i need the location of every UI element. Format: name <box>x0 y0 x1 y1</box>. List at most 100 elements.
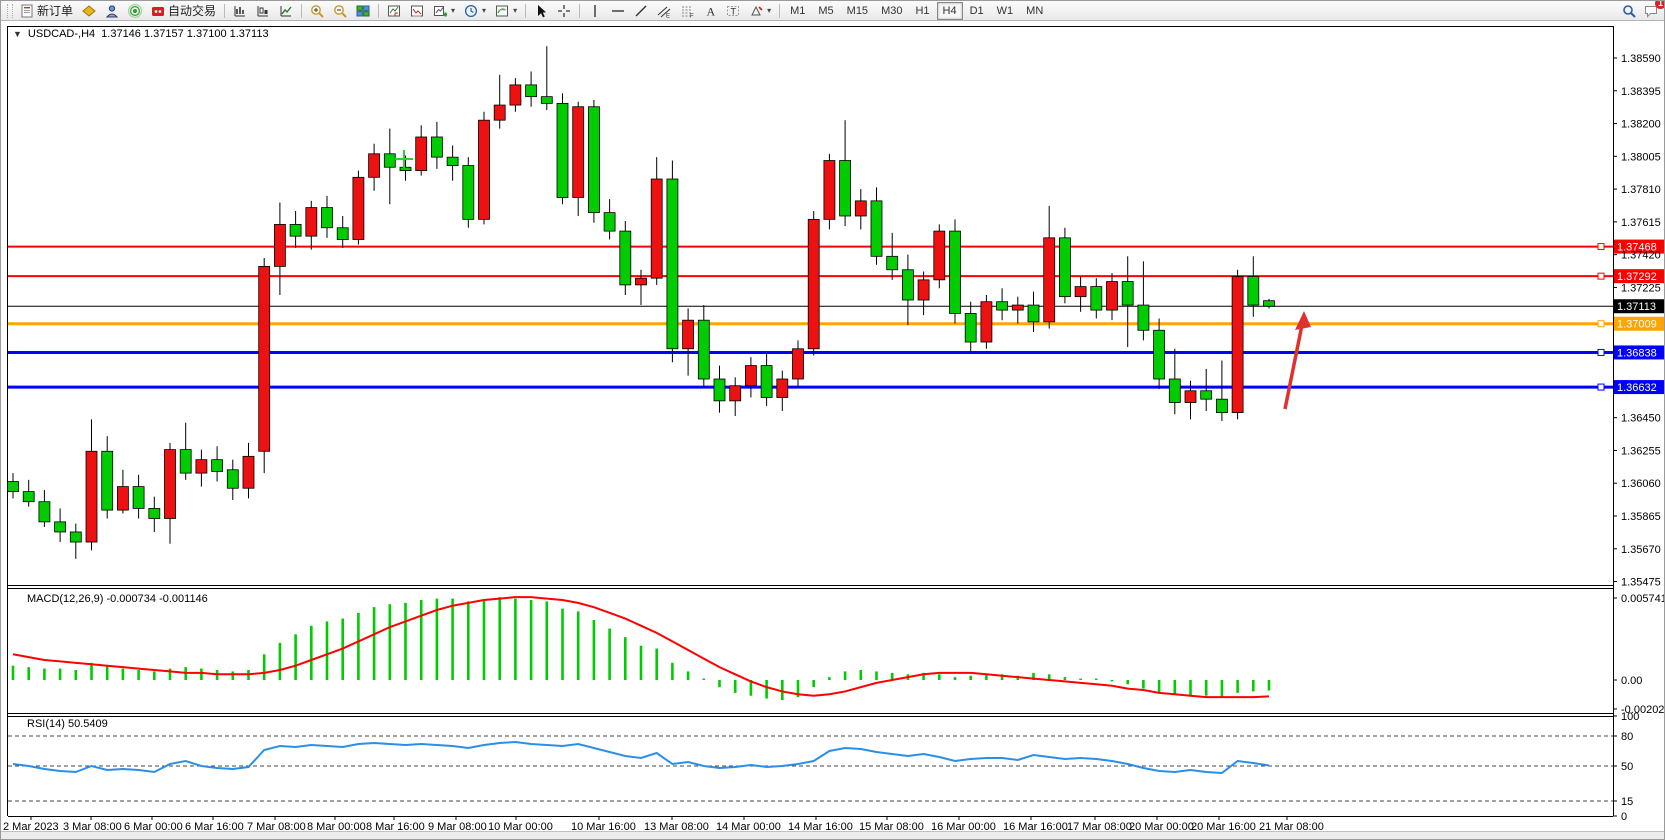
trendline-button[interactable] <box>630 1 652 21</box>
gold-icon-button[interactable] <box>78 1 100 21</box>
timeframe-button-h4[interactable]: H4 <box>937 2 963 20</box>
chart-title: ▼ USDCAD-,H4 1.37146 1.37157 1.37100 1.3… <box>13 28 269 40</box>
line-chart-button[interactable] <box>275 1 297 21</box>
rsi-indicator-label: RSI(14) 50.5409 <box>27 718 108 730</box>
channel-button[interactable]: E <box>653 1 675 21</box>
svg-text:1.37615: 1.37615 <box>1621 217 1661 229</box>
period-button[interactable]: ▾ <box>460 1 490 21</box>
indwin2-icon <box>410 4 424 18</box>
candle <box>1012 305 1023 310</box>
timeframe-button-mn[interactable]: MN <box>1020 2 1049 20</box>
svg-text:20 Mar 16:00: 20 Mar 16:00 <box>1191 821 1256 831</box>
candle <box>651 179 662 278</box>
svg-text:50: 50 <box>1621 761 1633 773</box>
chevron-down-icon[interactable]: ▾ <box>513 6 517 15</box>
search-icon <box>1622 4 1636 18</box>
candle <box>23 492 34 502</box>
text-button[interactable]: A <box>699 1 721 21</box>
cursor-icon <box>534 4 548 18</box>
profile-icon-button[interactable] <box>101 1 123 21</box>
timeframe-button-d1[interactable]: D1 <box>964 2 990 20</box>
chevron-down-icon[interactable]: ▾ <box>767 6 771 15</box>
candle <box>510 85 521 105</box>
candle <box>1232 276 1243 412</box>
macd-indicator-label: MACD(12,26,9) -0.000734 -0.001146 <box>27 593 208 605</box>
toolbar-right-group: 1 <box>1618 1 1662 21</box>
label-button[interactable]: T <box>722 1 744 21</box>
toolbar-grip[interactable] <box>7 4 13 18</box>
svg-text:1.36450: 1.36450 <box>1621 413 1661 425</box>
candle <box>180 450 191 474</box>
candle <box>8 482 19 492</box>
candle <box>887 256 898 269</box>
autotrade-button[interactable]: 自动交易 <box>147 1 220 21</box>
shapes-button[interactable]: ▾ <box>745 1 775 21</box>
add-indicator-button[interactable]: ▾ <box>429 1 459 21</box>
chevron-down-icon[interactable]: ▼ <box>13 29 22 39</box>
svg-text:20 Mar 00:00: 20 Mar 00:00 <box>1129 821 1194 831</box>
svg-text:1.37292: 1.37292 <box>1617 271 1657 283</box>
indicator-window-button[interactable] <box>383 1 405 21</box>
profile-icon <box>105 4 119 18</box>
candle <box>636 278 647 285</box>
channel-icon: E <box>657 4 671 18</box>
neworder-icon <box>20 4 34 18</box>
svg-text:100: 100 <box>1621 711 1639 723</box>
candle <box>369 154 380 178</box>
candle <box>1264 301 1275 307</box>
timeframe-button-m5[interactable]: M5 <box>812 2 839 20</box>
search-button[interactable] <box>1618 1 1640 21</box>
zoom-in-button[interactable] <box>306 1 328 21</box>
candlestick-chart-button[interactable] <box>252 1 274 21</box>
svg-text:1.38200: 1.38200 <box>1621 119 1661 131</box>
svg-text:E: E <box>666 13 670 18</box>
svg-text:8 Mar 16:00: 8 Mar 16:00 <box>366 821 425 831</box>
svg-text:1.36060: 1.36060 <box>1621 478 1661 490</box>
price-level-badge: 1.36632 <box>1614 380 1665 394</box>
candle <box>463 166 474 220</box>
time-axis[interactable]: 2 Mar 20233 Mar 08:006 Mar 00:006 Mar 16… <box>3 816 1324 831</box>
chevron-down-icon[interactable]: ▾ <box>451 6 455 15</box>
vertical-line-button[interactable] <box>584 1 606 21</box>
grid-icon <box>356 4 370 18</box>
fibonacci-button[interactable]: F <box>676 1 698 21</box>
template-icon <box>495 4 509 18</box>
zoom-out-button[interactable] <box>329 1 351 21</box>
template-button[interactable]: ▾ <box>491 1 521 21</box>
price-level-badge: 1.37292 <box>1614 269 1665 283</box>
signal-icon-button[interactable] <box>124 1 146 21</box>
chart-frame <box>8 26 1614 817</box>
candle <box>165 450 176 519</box>
chevron-down-icon[interactable]: ▾ <box>482 6 486 15</box>
chart-canvas[interactable]: 1.374681.372921.371131.370091.368381.366… <box>1 21 1665 831</box>
svg-text:9 Mar 08:00: 9 Mar 08:00 <box>428 821 487 831</box>
tile-windows-button[interactable] <box>352 1 374 21</box>
chart-window[interactable]: 1.374681.372921.371131.370091.368381.366… <box>1 21 1665 831</box>
svg-text:1.38395: 1.38395 <box>1621 86 1661 98</box>
notifications-button[interactable]: 1 <box>1640 1 1662 21</box>
candle <box>541 97 552 104</box>
candle <box>981 302 992 342</box>
svg-text:15 Mar 08:00: 15 Mar 08:00 <box>859 821 924 831</box>
new-order-button[interactable]: 新订单 <box>16 1 77 21</box>
toolbar-separator <box>378 4 379 18</box>
timeframe-button-m15[interactable]: M15 <box>841 2 874 20</box>
timeframe-button-m30[interactable]: M30 <box>875 2 908 20</box>
timeframe-button-m1[interactable]: M1 <box>784 2 811 20</box>
candle <box>855 201 866 216</box>
candle <box>871 201 882 256</box>
candle <box>196 460 207 473</box>
candle <box>55 522 66 532</box>
macd-axis: 0.0057410.00-0.002027 <box>1613 593 1665 716</box>
crosshair-button[interactable] <box>553 1 575 21</box>
gold-icon <box>82 4 96 18</box>
cursor-button[interactable] <box>530 1 552 21</box>
timeframe-button-h1[interactable]: H1 <box>909 2 935 20</box>
candle <box>337 228 348 240</box>
bar-chart-button[interactable] <box>229 1 251 21</box>
horizontal-line-button[interactable] <box>607 1 629 21</box>
indicator-window2-button[interactable] <box>406 1 428 21</box>
linechart-icon <box>279 4 293 18</box>
candle <box>149 508 160 518</box>
timeframe-button-w1[interactable]: W1 <box>991 2 1020 20</box>
